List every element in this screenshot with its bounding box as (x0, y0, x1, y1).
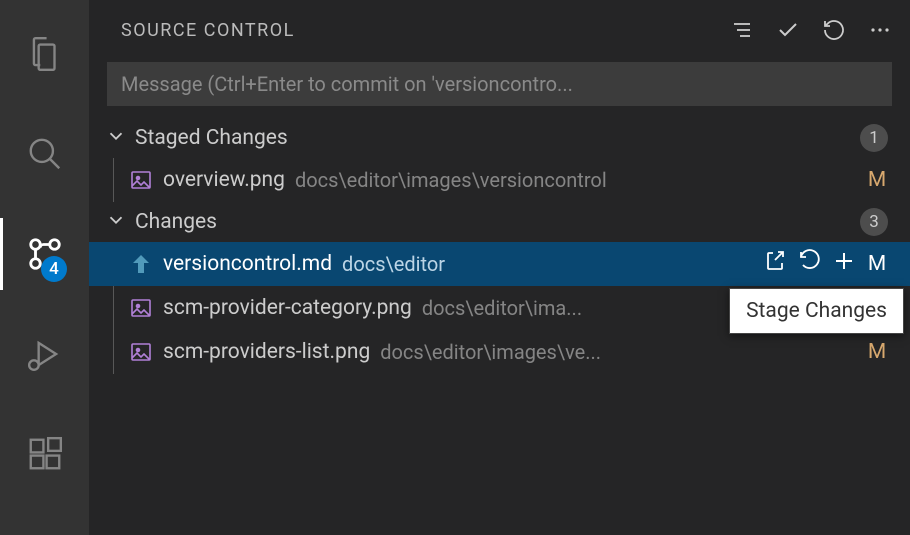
activity-extensions[interactable] (0, 418, 89, 490)
view-tree-button[interactable] (730, 18, 754, 42)
file-path: docs\editor\images\versioncontrol (295, 168, 607, 192)
file-list-staged: overview.png docs\editor\images\versionc… (89, 158, 910, 202)
section-title: Changes (135, 210, 852, 234)
file-status: M (866, 252, 888, 276)
refresh-icon (822, 18, 846, 42)
panel-header: SOURCE CONTROL (89, 18, 910, 56)
source-control-panel: SOURCE CONTROL Message (Ctrl+Enter to co… (89, 0, 910, 535)
tree-view-icon (730, 18, 754, 42)
file-status: M (866, 340, 888, 364)
check-icon (776, 18, 800, 42)
files-icon (26, 35, 64, 73)
file-name: scm-providers-list.png (163, 340, 370, 364)
image-file-icon (129, 168, 153, 192)
panel-actions (730, 18, 892, 42)
activity-explorer[interactable] (0, 18, 89, 90)
file-row[interactable]: versioncontrol.md docs\editor M (89, 242, 910, 286)
panel-title: SOURCE CONTROL (121, 20, 295, 41)
file-row[interactable]: overview.png docs\editor\images\versionc… (89, 158, 910, 202)
activity-run-debug[interactable] (0, 318, 89, 390)
file-row-actions (764, 249, 856, 279)
goto-file-icon (764, 249, 788, 273)
image-file-icon (129, 296, 153, 320)
debug-icon (26, 335, 64, 373)
chevron-down-icon (105, 125, 127, 151)
section-title: Staged Changes (135, 126, 852, 150)
file-name: scm-provider-category.png (163, 296, 412, 320)
more-actions-button[interactable] (868, 18, 892, 42)
section-count: 3 (860, 208, 888, 236)
section-header-changes[interactable]: Changes 3 (89, 202, 910, 242)
file-path: docs\editor\images\ve... (380, 340, 601, 364)
activity-search[interactable] (0, 118, 89, 190)
discard-changes-button[interactable] (798, 249, 822, 279)
file-row[interactable]: scm-providers-list.png docs\editor\image… (89, 330, 910, 374)
extensions-icon (26, 435, 64, 473)
file-list-changes: versioncontrol.md docs\editor M sc (89, 242, 910, 374)
refresh-button[interactable] (822, 18, 846, 42)
plus-icon (832, 249, 856, 273)
file-name: overview.png (163, 168, 285, 192)
open-file-button[interactable] (764, 249, 788, 279)
commit-button[interactable] (776, 18, 800, 42)
ellipsis-icon (868, 18, 892, 42)
tooltip: Stage Changes (729, 288, 904, 334)
search-icon (26, 135, 64, 173)
file-path: docs\editor (342, 252, 445, 276)
section-count: 1 (860, 124, 888, 152)
commit-message-input[interactable]: Message (Ctrl+Enter to commit on 'versio… (107, 62, 892, 106)
markdown-file-icon (129, 252, 153, 276)
activity-source-control[interactable]: 4 (0, 218, 89, 290)
file-status: M (866, 168, 888, 192)
activity-bar: 4 (0, 0, 89, 535)
file-name: versioncontrol.md (163, 252, 332, 276)
chevron-down-icon (105, 209, 127, 235)
source-control-badge: 4 (41, 256, 67, 282)
image-file-icon (129, 340, 153, 364)
discard-icon (798, 249, 822, 273)
file-path: docs\editor\ima... (422, 296, 582, 320)
section-header-staged[interactable]: Staged Changes 1 (89, 118, 910, 158)
stage-changes-button[interactable] (832, 249, 856, 279)
